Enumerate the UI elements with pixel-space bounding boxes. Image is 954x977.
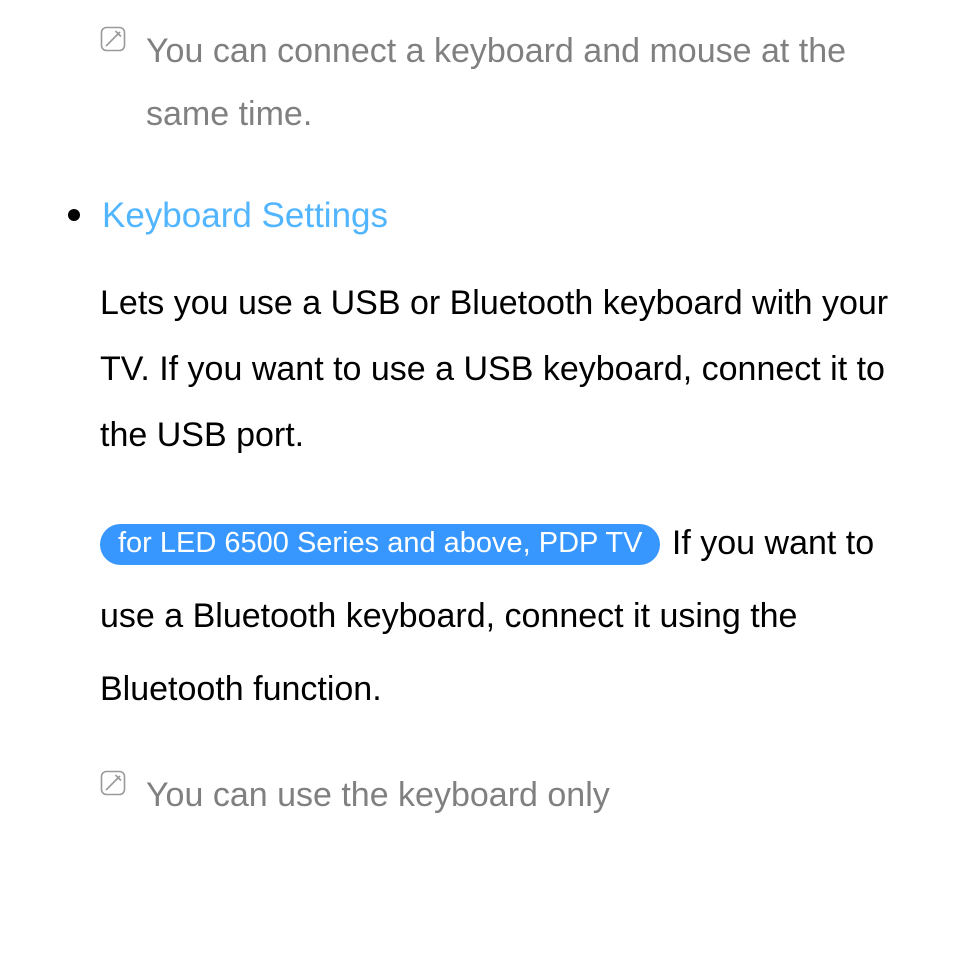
model-pill-badge: for LED 6500 Series and above, PDP TV — [100, 524, 660, 566]
note-icon — [100, 770, 126, 796]
paragraph-1: Lets you use a USB or Bluetooth keyboard… — [100, 270, 894, 469]
note-icon — [100, 26, 126, 52]
section-title: Keyboard Settings — [102, 191, 388, 240]
section-header: Keyboard Settings — [100, 191, 914, 240]
paragraph-2: for LED 6500 Series and above, PDP TV If… — [100, 507, 894, 726]
bullet-icon — [68, 209, 80, 221]
note-text-top: You can connect a keyboard and mouse at … — [146, 20, 914, 146]
note-block-bottom: You can use the keyboard only — [100, 764, 914, 827]
note-text-bottom: You can use the keyboard only — [146, 764, 914, 827]
note-block-top: You can connect a keyboard and mouse at … — [100, 20, 914, 146]
doc-content: You can connect a keyboard and mouse at … — [0, 0, 954, 827]
